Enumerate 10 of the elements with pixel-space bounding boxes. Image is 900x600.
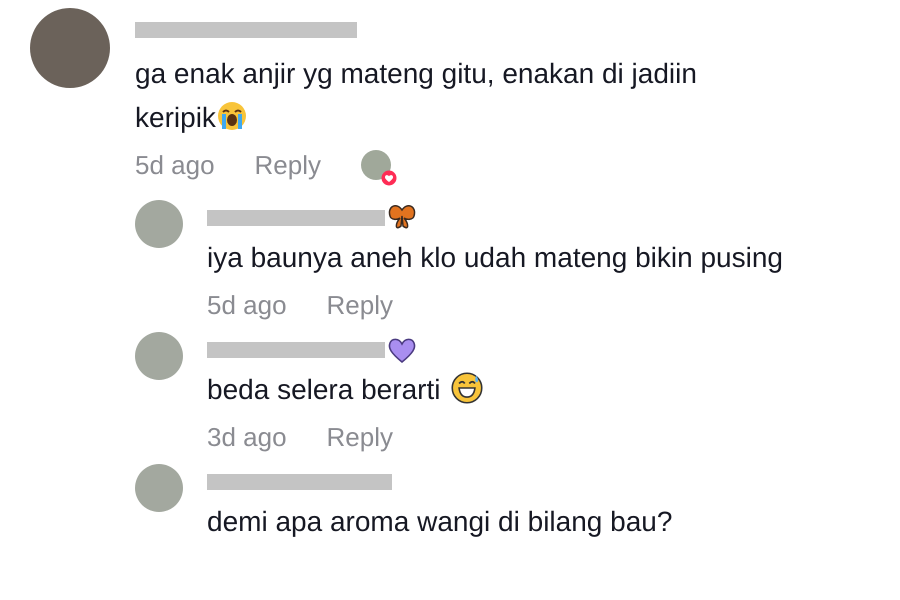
reply-link[interactable]: Reply	[254, 150, 322, 180]
timestamp: 5d ago	[207, 290, 287, 320]
timestamp: 5d ago	[135, 150, 215, 180]
reply-link[interactable]: Reply	[326, 290, 394, 320]
reply-text: demi apa aroma wangi di bilang bau?	[207, 505, 672, 539]
reply-text: iya baunya aneh klo udah mateng bikin pusing	[207, 241, 783, 275]
comment-text: ga enak anjir yg mateng gitu, enakan di jadiin keripik	[135, 57, 698, 135]
reply-link[interactable]: Reply	[326, 422, 394, 452]
timestamp: 3d ago	[207, 422, 287, 452]
reply-text: beda selera berarti	[207, 368, 484, 412]
